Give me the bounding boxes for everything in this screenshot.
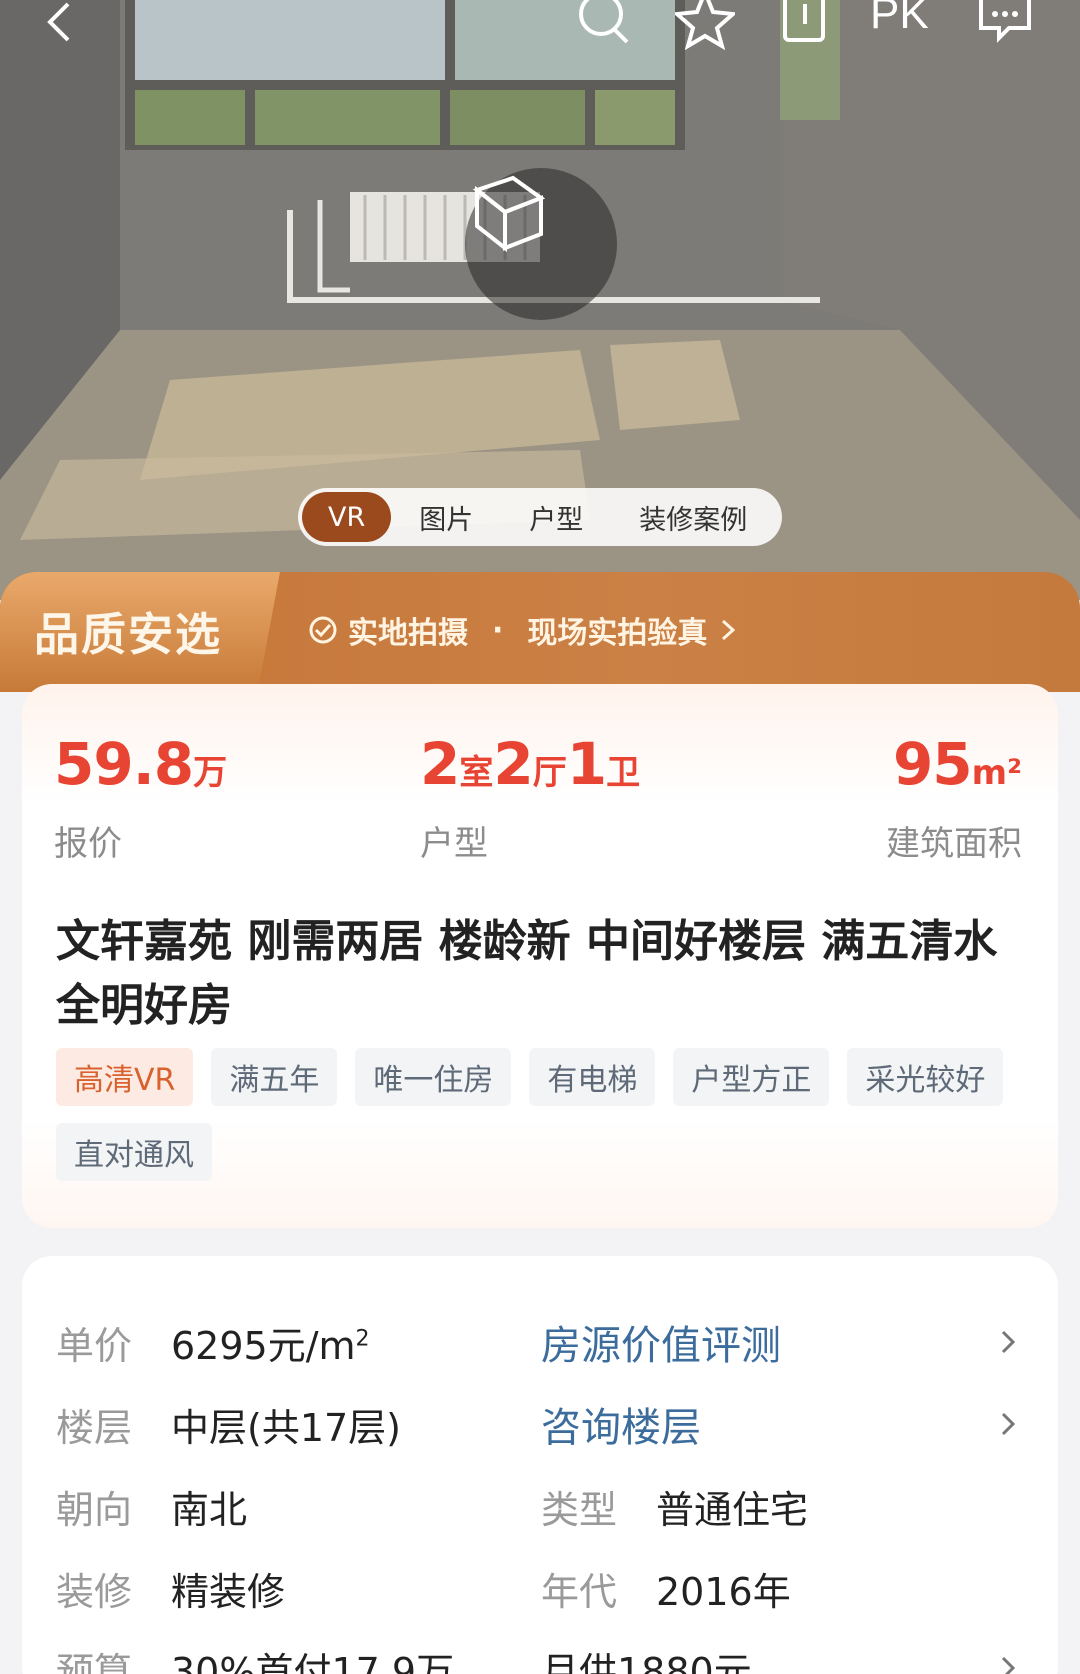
- orientation-cell: 朝向 南北: [56, 1476, 247, 1536]
- floor-consult-text[interactable]: 咨询楼层: [541, 1395, 701, 1453]
- baths-unit: 卫: [606, 753, 641, 793]
- quality-feature-2: 现场实拍验真: [527, 616, 708, 651]
- floor-consult-link[interactable]: 咨询楼层: [541, 1394, 701, 1454]
- share-icon[interactable]: [775, 0, 845, 50]
- info-row-unit-price: 单价 6295元/m2 房源价值评测: [56, 1312, 1036, 1372]
- unit-price-value: 6295元/m2: [171, 1315, 370, 1370]
- listing-title: 文轩嘉苑 刚需两居 楼龄新 中间好楼层 满五清水全明好房: [56, 916, 998, 1031]
- feature-tags: 高清VR 满五年 唯一住房 有电梯 户型方正 采光较好 直对通风: [56, 1048, 1036, 1181]
- tab-vr[interactable]: VR: [302, 492, 392, 542]
- value-eval-link[interactable]: 房源价值评测: [541, 1312, 781, 1372]
- price-label: 报价: [54, 824, 122, 864]
- media-tabs: VR 图片 户型 装修案例: [298, 488, 782, 546]
- quality-features[interactable]: 实地拍摄 · 现场实拍验真: [308, 608, 739, 652]
- vr-cube-icon: [472, 175, 546, 253]
- decoration-cell: 装修 精装修: [56, 1558, 285, 1618]
- type-value: 普通住宅: [656, 1487, 809, 1532]
- pk-compare-button[interactable]: PK: [870, 0, 940, 44]
- area-label: 建筑面积: [886, 824, 1022, 864]
- tag-item: 唯一住房: [355, 1048, 512, 1106]
- price-stat: 59.8万 报价: [54, 730, 227, 865]
- budget-cell: 预算 30%首付17.9万: [56, 1638, 454, 1674]
- type-label: 类型: [541, 1487, 618, 1532]
- layout-stat: 2室2厅1卫 户型: [420, 730, 640, 865]
- quality-feature-1: 实地拍摄: [348, 616, 468, 651]
- price-value: 59.8: [54, 730, 194, 798]
- info-row-orientation: 朝向 南北 类型 普通住宅: [56, 1476, 1036, 1536]
- floor-cell: 楼层 中层(共17层): [56, 1394, 401, 1454]
- year-value: 2016年: [656, 1569, 791, 1614]
- price-unit: 万: [193, 753, 228, 793]
- unit-price-text: 6295元/m: [171, 1323, 356, 1368]
- favorite-star-icon[interactable]: [675, 0, 745, 50]
- info-row-budget: 预算 30%首付17.9万 月供1880元: [56, 1638, 1036, 1674]
- monthly-payment-value: 月供1880元: [541, 1649, 752, 1674]
- property-info-card: 单价 6295元/m2 房源价值评测 楼层 中层(共17层) 咨询楼层 朝向 南…: [22, 1256, 1058, 1674]
- chevron-right-icon: [722, 619, 736, 641]
- unit-price-cell: 单价 6295元/m2: [56, 1312, 370, 1372]
- check-circle-icon: [309, 616, 337, 644]
- baths-value: 1: [566, 730, 607, 798]
- chevron-right-icon[interactable]: [994, 1652, 1024, 1674]
- area-stat: 95m² 建筑面积: [886, 730, 1022, 865]
- tag-item: 满五年: [211, 1048, 338, 1106]
- tag-hd-vr[interactable]: 高清VR: [56, 1048, 194, 1106]
- unit-price-sup: 2: [355, 1325, 370, 1351]
- tab-photos[interactable]: 图片: [391, 492, 501, 542]
- halls-unit: 厅: [532, 753, 567, 793]
- year-label: 年代: [541, 1569, 618, 1614]
- value-eval-text[interactable]: 房源价值评测: [541, 1313, 781, 1371]
- tab-floorplan[interactable]: 户型: [501, 492, 611, 542]
- vr-view-button[interactable]: [465, 168, 617, 320]
- listing-summary-card: 59.8万 报价 2室2厅1卫 户型 95m² 建筑面积 文轩嘉苑 刚需两居 楼…: [22, 684, 1058, 1228]
- chevron-right-icon[interactable]: [994, 1326, 1024, 1358]
- budget-label: 预算: [56, 1649, 133, 1674]
- quality-title: 品质安选: [34, 608, 223, 661]
- rooms-unit: 室: [459, 753, 494, 793]
- quality-banner[interactable]: 品质安选 实地拍摄 · 现场实拍验真: [0, 572, 1080, 692]
- area-value: 95: [892, 730, 973, 798]
- message-icon[interactable]: [975, 0, 1045, 50]
- tag-item: 有电梯: [529, 1048, 656, 1106]
- floor-value: 中层(共17层): [171, 1405, 402, 1450]
- listing-photo[interactable]: PK VR 图片 户型 装修案例: [0, 0, 1080, 600]
- quality-separator: ·: [492, 612, 504, 648]
- back-arrow-icon[interactable]: [40, 0, 110, 50]
- area-unit: m²: [971, 753, 1022, 793]
- rooms-value: 2: [420, 730, 460, 798]
- layout-label: 户型: [420, 824, 488, 864]
- search-icon[interactable]: [575, 0, 645, 50]
- floor-label: 楼层: [56, 1405, 133, 1450]
- top-nav-bar: PK: [0, 0, 1080, 60]
- chevron-right-icon[interactable]: [994, 1408, 1024, 1440]
- decoration-value: 精装修: [171, 1569, 286, 1614]
- info-row-decoration: 装修 精装修 年代 2016年: [56, 1558, 1036, 1618]
- tag-item: 户型方正: [673, 1048, 830, 1106]
- decoration-label: 装修: [56, 1569, 133, 1614]
- tag-item: 直对通风: [56, 1123, 212, 1181]
- tab-decoration-cases[interactable]: 装修案例: [611, 492, 775, 542]
- unit-price-label: 单价: [56, 1323, 133, 1368]
- tag-item: 采光较好: [847, 1048, 1004, 1106]
- orientation-value: 南北: [171, 1487, 248, 1532]
- info-row-floor: 楼层 中层(共17层) 咨询楼层: [56, 1394, 1036, 1454]
- budget-value: 30%首付17.9万: [171, 1649, 455, 1674]
- orientation-label: 朝向: [56, 1487, 133, 1532]
- type-cell: 类型 普通住宅: [541, 1476, 808, 1536]
- halls-value: 2: [493, 730, 533, 798]
- year-cell: 年代 2016年: [541, 1558, 791, 1618]
- monthly-payment-cell: 月供1880元: [541, 1638, 752, 1674]
